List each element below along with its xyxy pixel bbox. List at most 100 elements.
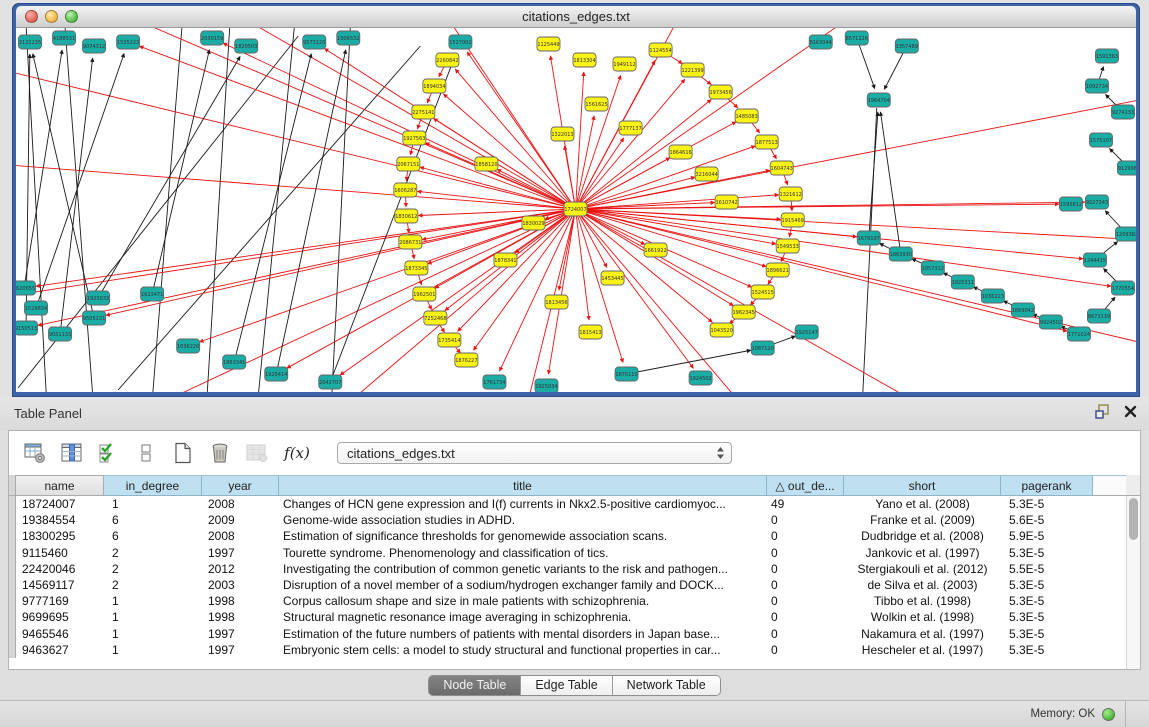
graph-node[interactable]: 1813304 xyxy=(573,53,596,67)
column-header-pagerank[interactable]: pagerank xyxy=(1001,475,1093,496)
table-row[interactable]: 1830029562008Estimation of significance … xyxy=(9,528,1140,544)
graph-node[interactable]: 1575107 xyxy=(1089,133,1112,147)
graph-node[interactable]: 1777137 xyxy=(619,121,642,135)
graph-node[interactable]: 1863341 xyxy=(223,355,246,369)
graph-node[interactable]: 1973456 xyxy=(709,85,732,99)
graph-edge[interactable] xyxy=(120,209,575,392)
graph-node[interactable]: 1815413 xyxy=(579,325,602,339)
close-panel-icon[interactable] xyxy=(1124,405,1137,423)
graph-node[interactable]: 1006532 xyxy=(337,31,360,45)
table-selector[interactable]: citations_edges.txt xyxy=(337,442,732,464)
graph-edge[interactable] xyxy=(118,46,420,390)
graph-node[interactable]: 3216044 xyxy=(695,167,718,181)
graph-node[interactable]: 1724007 xyxy=(564,202,587,216)
graph-node[interactable]: 1357489 xyxy=(895,39,918,53)
graph-node[interactable]: 1043520 xyxy=(710,323,733,337)
graph-edge[interactable] xyxy=(575,209,589,320)
tab-network-table[interactable]: Network Table xyxy=(613,676,720,695)
tab-node-table[interactable]: Node Table xyxy=(429,676,521,695)
graph-node[interactable]: 9573120 xyxy=(303,35,326,49)
graph-node[interactable]: 9129966 xyxy=(1117,161,1136,175)
graph-node[interactable]: 1876110 xyxy=(615,367,638,381)
delete-icon[interactable] xyxy=(208,441,232,465)
graph-node[interactable]: 1915469 xyxy=(781,213,804,227)
graph-node[interactable]: 9074312 xyxy=(83,39,106,53)
graph-node[interactable]: 1623471 xyxy=(141,287,164,301)
graph-node[interactable]: 1036223 xyxy=(981,289,1004,303)
graph-node[interactable]: 9227343 xyxy=(1085,195,1108,209)
graph-node[interactable]: 2030159 xyxy=(201,31,224,45)
graph-node[interactable]: 2122235 xyxy=(19,35,42,49)
graph-node[interactable]: 1087120 xyxy=(751,341,774,355)
graph-node[interactable]: 1485083 xyxy=(735,109,758,123)
table-row[interactable]: 1456911722003Disruption of a novel membe… xyxy=(9,577,1140,593)
graph-node[interactable]: 1830029 xyxy=(522,216,545,230)
select-all-icon[interactable] xyxy=(97,441,121,465)
graph-edge[interactable] xyxy=(36,53,124,308)
graph-edge[interactable] xyxy=(324,48,575,209)
graph-node[interactable]: 1125449 xyxy=(537,37,560,51)
graph-node[interactable]: 2086731 xyxy=(399,235,422,249)
graph-edge[interactable] xyxy=(627,350,751,374)
graph-node[interactable]: 1924502 xyxy=(689,371,712,385)
table-row[interactable]: 911546021997Tourette syndrome. Phenomeno… xyxy=(9,545,1140,561)
graph-node[interactable]: 1036220 xyxy=(177,339,200,353)
graph-node[interactable]: 1604743 xyxy=(770,161,793,175)
graph-node[interactable]: 1124554 xyxy=(649,43,672,57)
graph-node[interactable]: 1858120 xyxy=(475,157,498,171)
graph-node[interactable]: 1925147 xyxy=(795,325,818,339)
column-header-out_de[interactable]: △ out_de... xyxy=(767,475,844,496)
graph-edge[interactable] xyxy=(458,209,576,331)
graph-node[interactable]: 1606287 xyxy=(394,183,417,197)
unselect-all-icon[interactable] xyxy=(134,441,158,465)
delete-table-icon[interactable] xyxy=(245,441,269,465)
graph-node[interactable]: 2275141 xyxy=(412,105,435,119)
graph-edge[interactable] xyxy=(180,28,575,209)
graph-node[interactable]: 1949112 xyxy=(613,57,636,71)
graph-node[interactable]: 1610742 xyxy=(715,195,738,209)
graph-node[interactable]: 1830612 xyxy=(395,209,418,223)
graph-node[interactable]: 1591363 xyxy=(1095,49,1118,63)
network-window-titlebar[interactable]: citations_edges.txt xyxy=(16,6,1136,28)
graph-node[interactable]: 1962345 xyxy=(732,305,755,319)
column-header-year[interactable]: year xyxy=(202,475,279,496)
graph-node[interactable]: 2260842 xyxy=(436,53,459,67)
float-panel-icon[interactable] xyxy=(1095,404,1110,424)
graph-edge[interactable] xyxy=(38,209,576,325)
graph-node[interactable]: 1813456 xyxy=(545,295,568,309)
graph-edge[interactable] xyxy=(880,112,900,254)
graph-node[interactable]: 1679197 xyxy=(857,231,880,245)
graph-node[interactable]: 1878341 xyxy=(494,253,517,267)
graph-node[interactable]: 1820503 xyxy=(235,39,258,53)
graph-node[interactable]: 1964704 xyxy=(867,93,890,107)
graph-node[interactable]: 1527002 xyxy=(449,35,472,49)
graph-node[interactable]: 9051133 xyxy=(49,327,72,341)
graph-edge[interactable] xyxy=(443,94,575,209)
graph-node[interactable]: 1244415 xyxy=(1083,253,1106,267)
graph-node[interactable]: 2042707 xyxy=(319,375,342,389)
graph-node[interactable]: 1524515 xyxy=(751,285,774,299)
graph-node[interactable]: 1962501 xyxy=(413,287,436,301)
graph-node[interactable]: 1322013 xyxy=(551,127,574,141)
graph-node[interactable]: 8673139 xyxy=(1087,309,1110,323)
graph-node[interactable]: 1735414 xyxy=(438,333,461,347)
graph-node[interactable]: 9274133 xyxy=(1111,105,1134,119)
graph-node[interactable]: 1925414 xyxy=(265,367,288,381)
graph-node[interactable]: 1869042 xyxy=(1011,303,1034,317)
graph-node[interactable]: 9505131 xyxy=(83,311,106,325)
graph-edge[interactable] xyxy=(98,56,240,298)
tab-edge-table[interactable]: Edge Table xyxy=(521,676,612,695)
graph-node[interactable]: 1925311 xyxy=(951,275,974,289)
window-zoom-button[interactable] xyxy=(65,10,78,23)
graph-node[interactable]: 8163044 xyxy=(809,35,832,49)
graph-edge[interactable] xyxy=(575,209,1136,352)
graph-edge[interactable] xyxy=(152,50,209,294)
graph-node[interactable]: 8571226 xyxy=(845,31,868,45)
graph-node[interactable]: 1092734 xyxy=(1085,79,1108,93)
graph-edge[interactable] xyxy=(205,28,232,392)
graph-node[interactable]: 1535223 xyxy=(117,35,140,49)
graph-node[interactable]: 1453445 xyxy=(601,271,624,285)
graph-edge[interactable] xyxy=(330,28,352,392)
graph-node[interactable]: 1873345 xyxy=(405,261,428,275)
graph-edge[interactable] xyxy=(857,38,875,89)
